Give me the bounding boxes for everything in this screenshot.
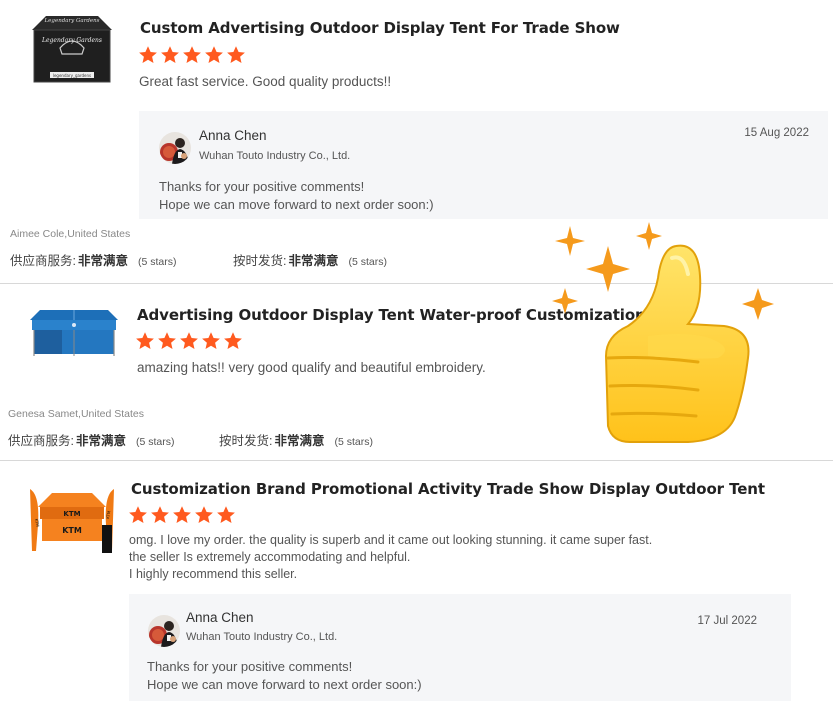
sparkle-icon bbox=[742, 288, 774, 320]
review-comment: Great fast service. Good quality product… bbox=[139, 74, 392, 89]
sparkle-icon bbox=[636, 222, 662, 250]
replier-name: Anna Chen bbox=[199, 128, 267, 143]
seller-ratings: 供应商服务: 非常满意 (5 stars) 按时发货: 非常满意 (5 stars) bbox=[10, 250, 387, 269]
product-thumbnail[interactable] bbox=[30, 306, 118, 358]
sparkle-icon bbox=[555, 226, 585, 256]
thumb-text: KTM bbox=[63, 510, 80, 518]
star-icon bbox=[150, 505, 170, 525]
sparkle-icon bbox=[586, 246, 630, 292]
rating-service: 供应商服务: 非常满意 (5 stars) bbox=[10, 254, 177, 268]
reply-date: 17 Jul 2022 bbox=[697, 615, 757, 627]
reviewer-info: Aimee Cole,United States bbox=[10, 228, 131, 240]
star-icon bbox=[223, 331, 243, 351]
review-comment: amazing hats!! very good qualify and bea… bbox=[137, 360, 486, 375]
avatar bbox=[159, 132, 191, 164]
reply-text: Thanks for your positive comments! Hope … bbox=[147, 659, 422, 692]
star-rating bbox=[135, 331, 243, 351]
supplier-reply: Anna Chen Wuhan Touto Industry Co., Ltd.… bbox=[139, 111, 828, 219]
star-icon bbox=[160, 45, 180, 65]
review-card: KTM KTM KTM KTM Customization Brand Prom… bbox=[0, 460, 833, 701]
product-title[interactable]: Custom Advertising Outdoor Display Tent … bbox=[140, 19, 620, 37]
reviewer-info: Genesa Samet,United States bbox=[8, 408, 144, 420]
rating-service: 供应商服务: 非常满意 (5 stars) bbox=[8, 434, 175, 448]
star-icon bbox=[135, 331, 155, 351]
star-icon bbox=[138, 45, 158, 65]
star-icon bbox=[182, 45, 202, 65]
rating-delivery: 按时发货: 非常满意 (5 stars) bbox=[233, 254, 388, 268]
star-icon bbox=[128, 505, 148, 525]
thumbs-up-icon bbox=[552, 222, 774, 443]
supplier-reply: Anna Chen Wuhan Touto Industry Co., Ltd.… bbox=[129, 594, 791, 701]
star-icon bbox=[216, 505, 236, 525]
star-rating bbox=[138, 45, 246, 65]
star-icon bbox=[172, 505, 192, 525]
seller-ratings: 供应商服务: 非常满意 (5 stars) 按时发货: 非常满意 (5 stars) bbox=[8, 430, 373, 449]
product-thumbnail[interactable]: Legendary Gardens Legendary Gardens lege… bbox=[32, 14, 112, 84]
replier-company: Wuhan Touto Industry Co., Ltd. bbox=[199, 150, 351, 162]
star-icon bbox=[179, 331, 199, 351]
reply-text: Thanks for your positive comments! Hope … bbox=[159, 179, 434, 212]
replier-company: Wuhan Touto Industry Co., Ltd. bbox=[186, 631, 338, 643]
replier-name: Anna Chen bbox=[186, 610, 254, 625]
rating-delivery: 按时发货: 非常满意 (5 stars) bbox=[219, 434, 374, 448]
avatar bbox=[148, 615, 180, 647]
star-icon bbox=[194, 505, 214, 525]
thumb-text: Legendary Gardens bbox=[41, 37, 102, 44]
star-rating bbox=[128, 505, 236, 525]
thumb-text: Legendary Gardens bbox=[44, 18, 100, 24]
thumb-text: legendary_gardens bbox=[53, 73, 91, 78]
thumb-text: KTM bbox=[62, 526, 82, 535]
star-icon bbox=[201, 331, 221, 351]
reply-date: 15 Aug 2022 bbox=[744, 127, 809, 139]
star-icon bbox=[157, 331, 177, 351]
product-thumbnail[interactable]: KTM KTM KTM KTM bbox=[26, 485, 118, 555]
review-comment: omg. I love my order. the quality is sup… bbox=[129, 533, 653, 581]
product-title[interactable]: Customization Brand Promotional Activity… bbox=[131, 480, 765, 498]
star-icon bbox=[226, 45, 246, 65]
star-icon bbox=[204, 45, 224, 65]
sparkle-icon bbox=[552, 288, 578, 314]
